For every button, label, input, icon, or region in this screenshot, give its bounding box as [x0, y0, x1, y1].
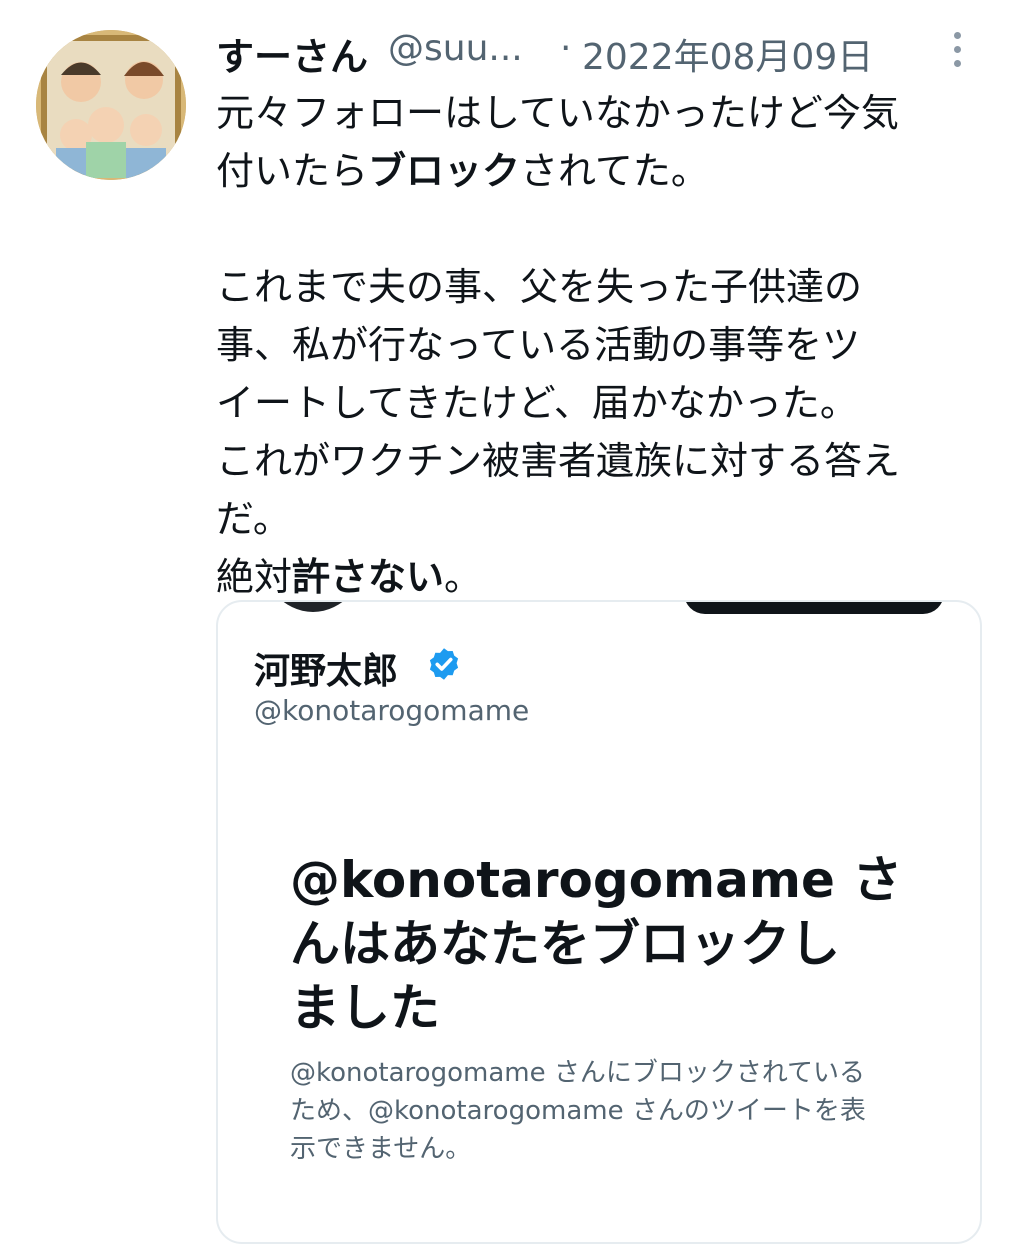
blocked-desc-line: ため、@konotarogomame さんのツイートを表 [290, 1096, 866, 1126]
display-name[interactable]: すーさん [216, 26, 368, 81]
tweet-text-line: 付いたらブロックされてた。 [216, 142, 956, 200]
tweet-text-line: 絶対許さない。 [216, 548, 956, 606]
tweet-text-line: 事、私が行なっている活動の事等をツ [216, 316, 956, 374]
avatar-illustration [36, 30, 186, 180]
tweet-date[interactable]: 2022年08月09日 [582, 28, 873, 80]
tweet-text-segment: 絶対 [216, 555, 293, 599]
tweet-text-emphasis: ブロック [368, 149, 521, 193]
tweet-text-segment: 事、私が行なっている活動の事等をツ [216, 323, 861, 367]
user-handle[interactable]: @suu... [388, 28, 523, 69]
avatar[interactable] [36, 30, 186, 180]
profile-handle: @konotarogomame [254, 694, 530, 727]
tweet-text-line [216, 200, 956, 258]
tweet-text-segment: 付いたら [216, 149, 369, 193]
tweet-text-line: だ。 [216, 490, 956, 548]
verified-badge-icon [429, 648, 459, 680]
tweet-header: すーさん @suu... · 2022年08月09日 [216, 24, 976, 79]
tweet-text: 元々フォローはしていなかったけど今気 付いたらブロックされてた。 これまで夫の事、父… [216, 84, 956, 606]
tweet-text-line: これがワクチン被害者遺族に対する答え [216, 432, 956, 490]
blocked-title-line: んはあなたをブロックし [290, 915, 840, 973]
blocked-desc-line: 示できません。 [290, 1134, 472, 1164]
tweet-text-segment: イートしてきたけど、届かなかった。 [216, 381, 858, 425]
profile-name: 河野太郎 [254, 651, 399, 692]
profile-avatar-partial [258, 602, 368, 612]
tweet-text-emphasis: 許さない [292, 555, 445, 599]
tweet-text-segment: されてた。 [520, 149, 709, 193]
tweet-text-segment: これがワクチン被害者遺族に対する答え [216, 439, 901, 483]
header-separator: · [560, 28, 572, 69]
tweet-text-line: イートしてきたけど、届かなかった。 [216, 374, 956, 432]
tweet-text-segment: これまで夫の事、父を失った子供達の [216, 265, 863, 309]
tweet-text-segment: 元々フォローはしていなかったけど今気 [216, 91, 899, 135]
blocked-message-description: @konotarogomame さんにブロックされている ため、@konotar… [290, 1054, 930, 1168]
tweet-text-line: これまで夫の事、父を失った子供達の [216, 258, 956, 316]
blocked-title-line: @konotarogomame さ [290, 851, 903, 909]
profile-action-button-partial [684, 602, 944, 614]
blocked-message-title: @konotarogomame さ んはあなたをブロックし ました [290, 848, 930, 1040]
tweet-text-line: 元々フォローはしていなかったけど今気 [216, 84, 956, 142]
tweet-text-segment: だ。 [216, 497, 291, 541]
blocked-desc-line: @konotarogomame さんにブロックされている [290, 1058, 866, 1088]
more-vertical-icon[interactable] [942, 24, 972, 74]
embedded-image-card[interactable]: 河野太郎 @konotarogomame @konotarogomame さ ん… [216, 600, 982, 1244]
blocked-title-line: ました [290, 979, 440, 1037]
tweet-text-segment: 。 [444, 555, 483, 599]
